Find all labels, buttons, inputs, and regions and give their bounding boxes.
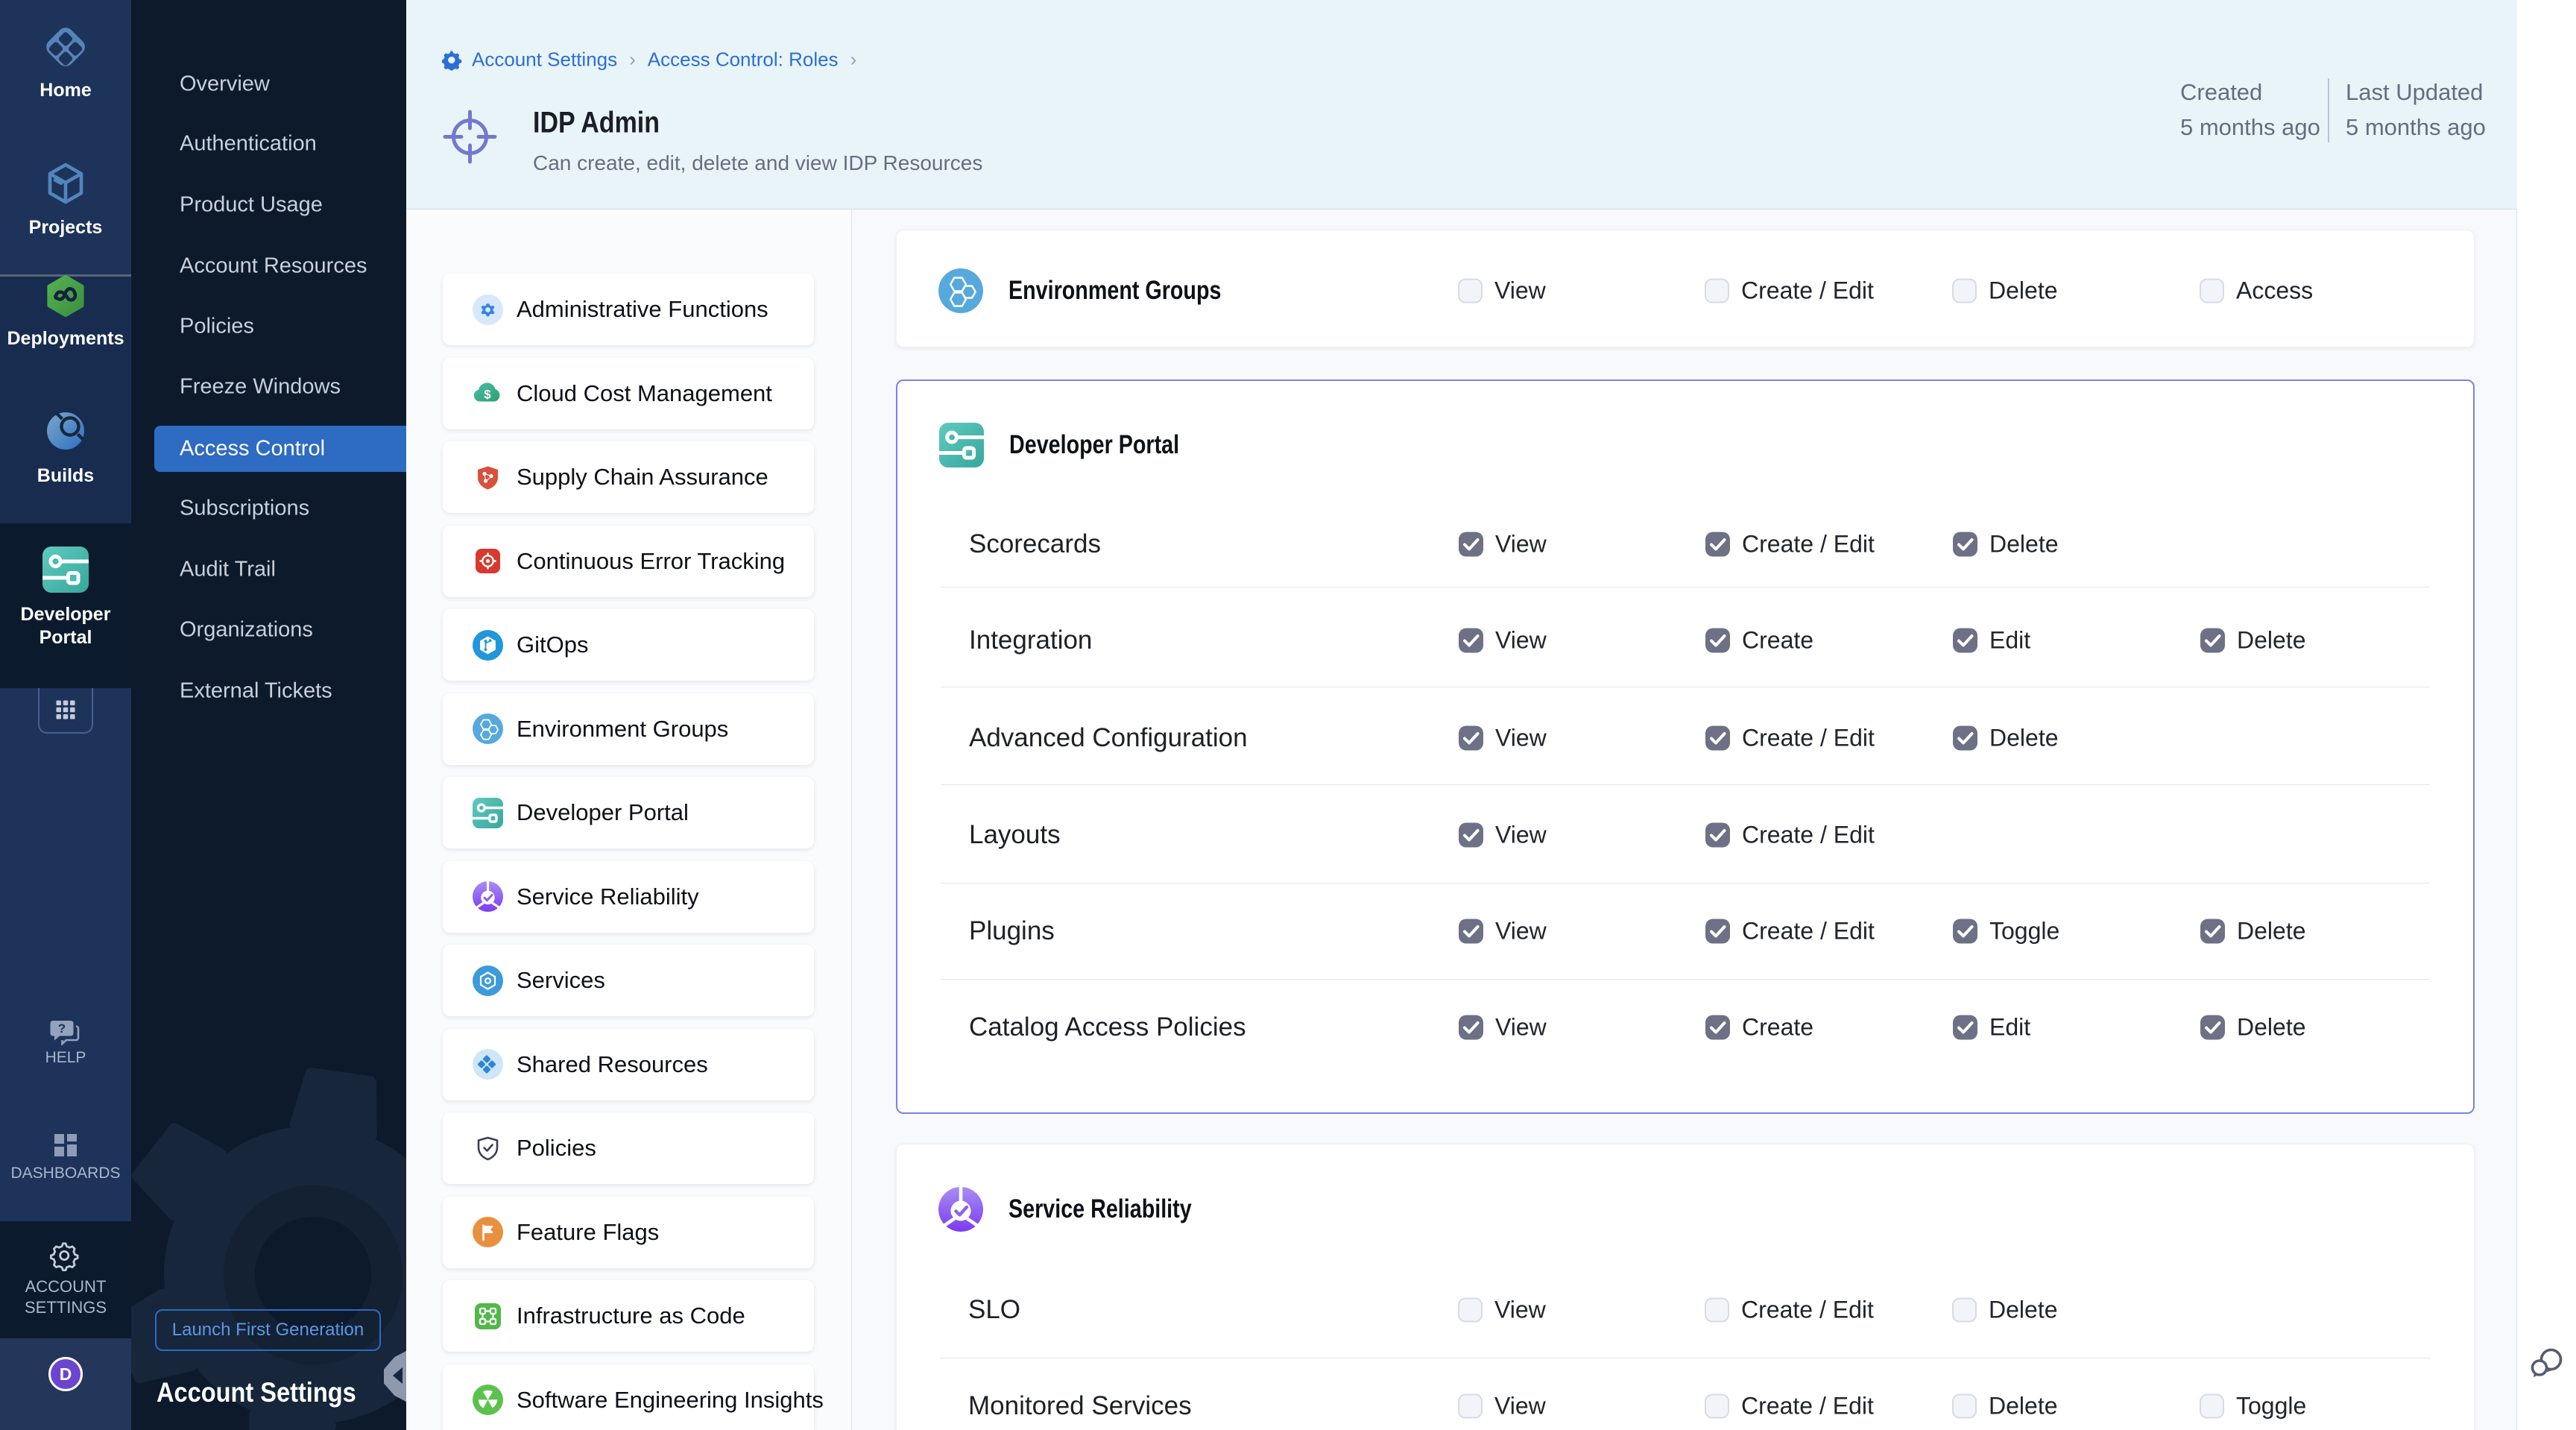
svg-text:?: ? — [58, 1021, 66, 1036]
svg-text:$: $ — [484, 388, 491, 402]
